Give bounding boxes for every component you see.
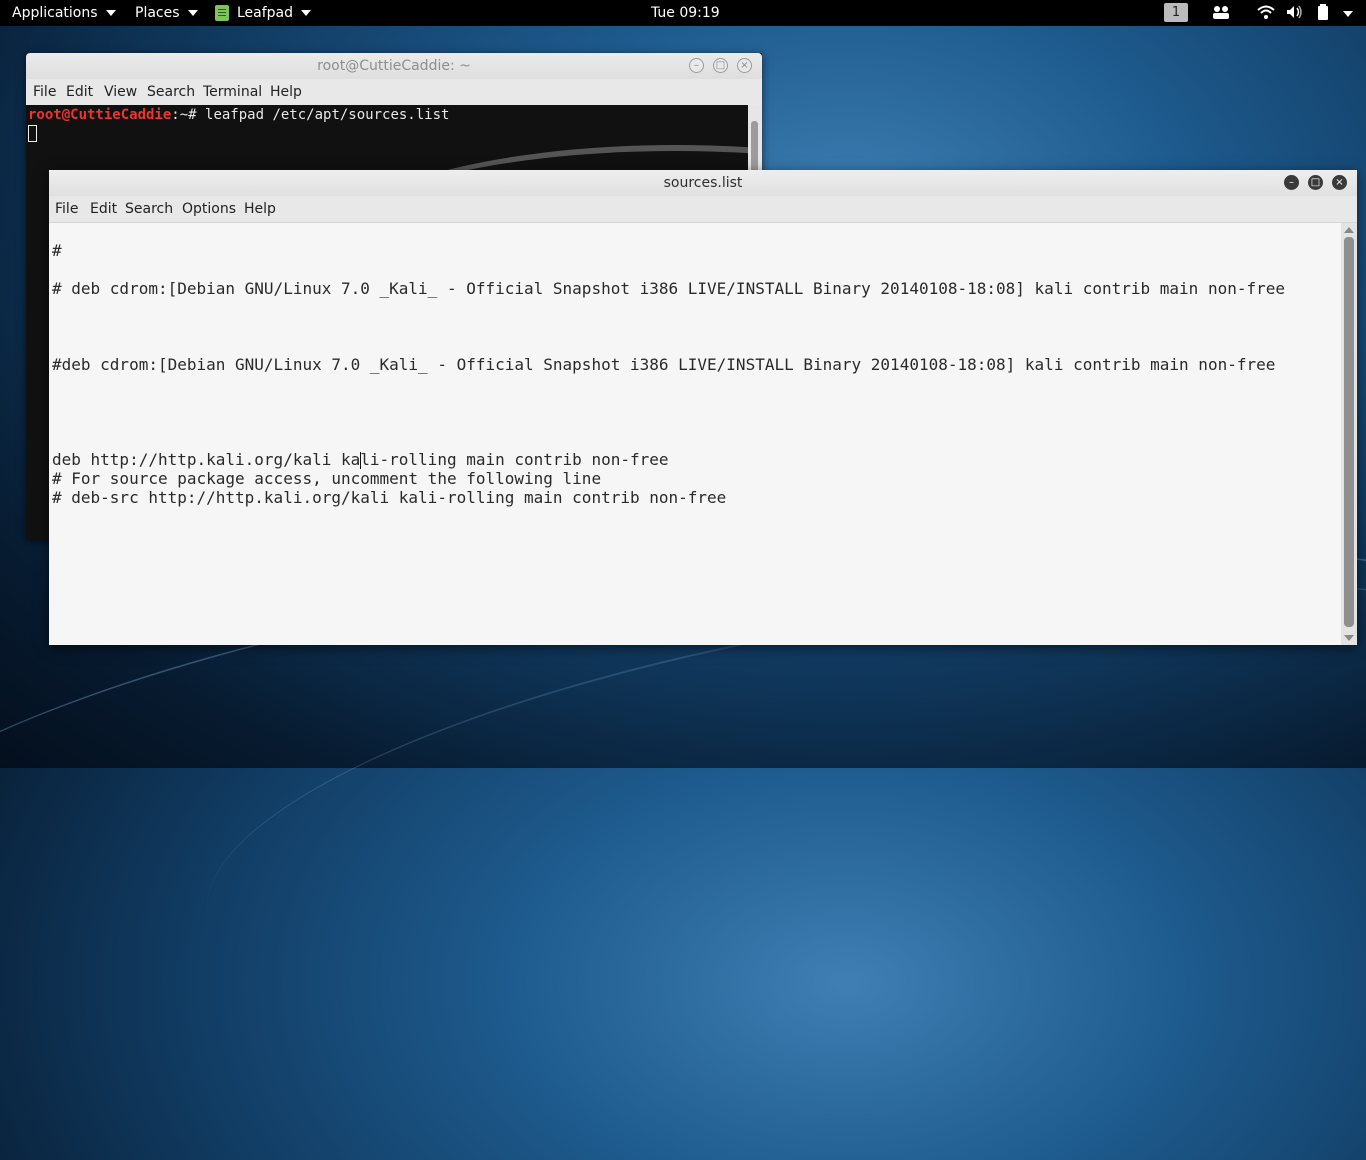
wifi-icon[interactable]: [1257, 4, 1275, 22]
leafpad-titlebar[interactable]: sources.list – □ ×: [49, 170, 1357, 196]
text-line: # For source package access, uncomment t…: [52, 469, 602, 488]
app-menu[interactable]: Leafpad: [215, 0, 312, 26]
applications-menu[interactable]: Applications: [12, 0, 116, 26]
text-line: # deb cdrom:[Debian GNU/Linux 7.0 _Kali_…: [52, 279, 1285, 298]
menu-edit[interactable]: Edit: [90, 196, 117, 222]
minimize-icon[interactable]: –: [1284, 175, 1299, 190]
chevron-down-icon: [1342, 11, 1353, 17]
menu-view[interactable]: View: [104, 79, 137, 105]
top-panel: Applications Places Leafpad Tue 09:19 1: [0, 0, 1366, 26]
prompt-command: :~# leafpad /etc/apt/sources.list: [171, 107, 450, 123]
maximize-icon[interactable]: □: [713, 58, 728, 73]
scroll-down-icon[interactable]: [1344, 635, 1354, 641]
menu-file[interactable]: File: [55, 196, 78, 222]
chevron-down-icon: [187, 10, 198, 16]
volume-icon[interactable]: [1285, 4, 1303, 22]
minimize-icon[interactable]: –: [689, 58, 704, 73]
terminal-menubar: File Edit View Search Terminal Help: [26, 79, 762, 105]
text-line: #deb cdrom:[Debian GNU/Linux 7.0 _Kali_ …: [52, 355, 1276, 374]
workspace-indicator[interactable]: 1: [1164, 3, 1188, 22]
menu-terminal[interactable]: Terminal: [203, 79, 262, 105]
system-menu[interactable]: [1337, 4, 1355, 22]
menu-search[interactable]: Search: [125, 196, 173, 222]
text-line: #: [52, 241, 62, 260]
clock[interactable]: Tue 09:19: [651, 0, 720, 26]
menu-search[interactable]: Search: [147, 79, 195, 105]
text-line: deb http://http.kali.org/kali kali-rolli…: [52, 450, 669, 469]
places-label: Places: [135, 5, 180, 21]
close-icon[interactable]: ×: [1332, 175, 1347, 190]
menu-file[interactable]: File: [33, 79, 56, 105]
applications-label: Applications: [12, 5, 98, 21]
prompt-user: root@CuttieCaddie: [28, 107, 172, 123]
scrollbar-thumb[interactable]: [1344, 237, 1354, 627]
terminal-cursor: [28, 125, 37, 142]
menu-help[interactable]: Help: [270, 79, 302, 105]
app-menu-label: Leafpad: [237, 5, 294, 21]
battery-icon[interactable]: [1314, 4, 1332, 22]
chevron-down-icon: [105, 10, 116, 16]
prompt-line: root@CuttieCaddie:~# leafpad /etc/apt/so…: [28, 107, 449, 123]
maximize-icon[interactable]: □: [1308, 175, 1323, 190]
text-editor[interactable]: # # deb cdrom:[Debian GNU/Linux 7.0 _Kal…: [49, 223, 1341, 645]
text-line: # deb-src http://http.kali.org/kali kali…: [52, 488, 727, 507]
leafpad-title: sources.list: [663, 175, 743, 191]
menu-edit[interactable]: Edit: [66, 79, 93, 105]
editor-scrollbar[interactable]: [1341, 223, 1357, 645]
terminal-title: root@CuttieCaddie: ~: [317, 58, 471, 74]
text-before-caret: deb http://http.kali.org/kali ka: [52, 450, 361, 469]
chevron-down-icon: [301, 10, 312, 16]
menu-help[interactable]: Help: [244, 196, 276, 222]
scroll-up-icon[interactable]: [1344, 227, 1354, 233]
places-menu[interactable]: Places: [135, 0, 198, 26]
people-icon[interactable]: [1212, 4, 1230, 22]
text-after-caret: li-rolling main contrib non-free: [360, 450, 669, 469]
close-icon[interactable]: ×: [737, 58, 752, 73]
leafpad-icon: [215, 5, 229, 21]
terminal-titlebar[interactable]: root@CuttieCaddie: ~ – □ ×: [26, 53, 762, 79]
menu-options[interactable]: Options: [182, 196, 236, 222]
leafpad-menubar: File Edit Search Options Help: [49, 196, 1357, 223]
leafpad-window: sources.list – □ × File Edit Search Opti…: [49, 170, 1357, 645]
